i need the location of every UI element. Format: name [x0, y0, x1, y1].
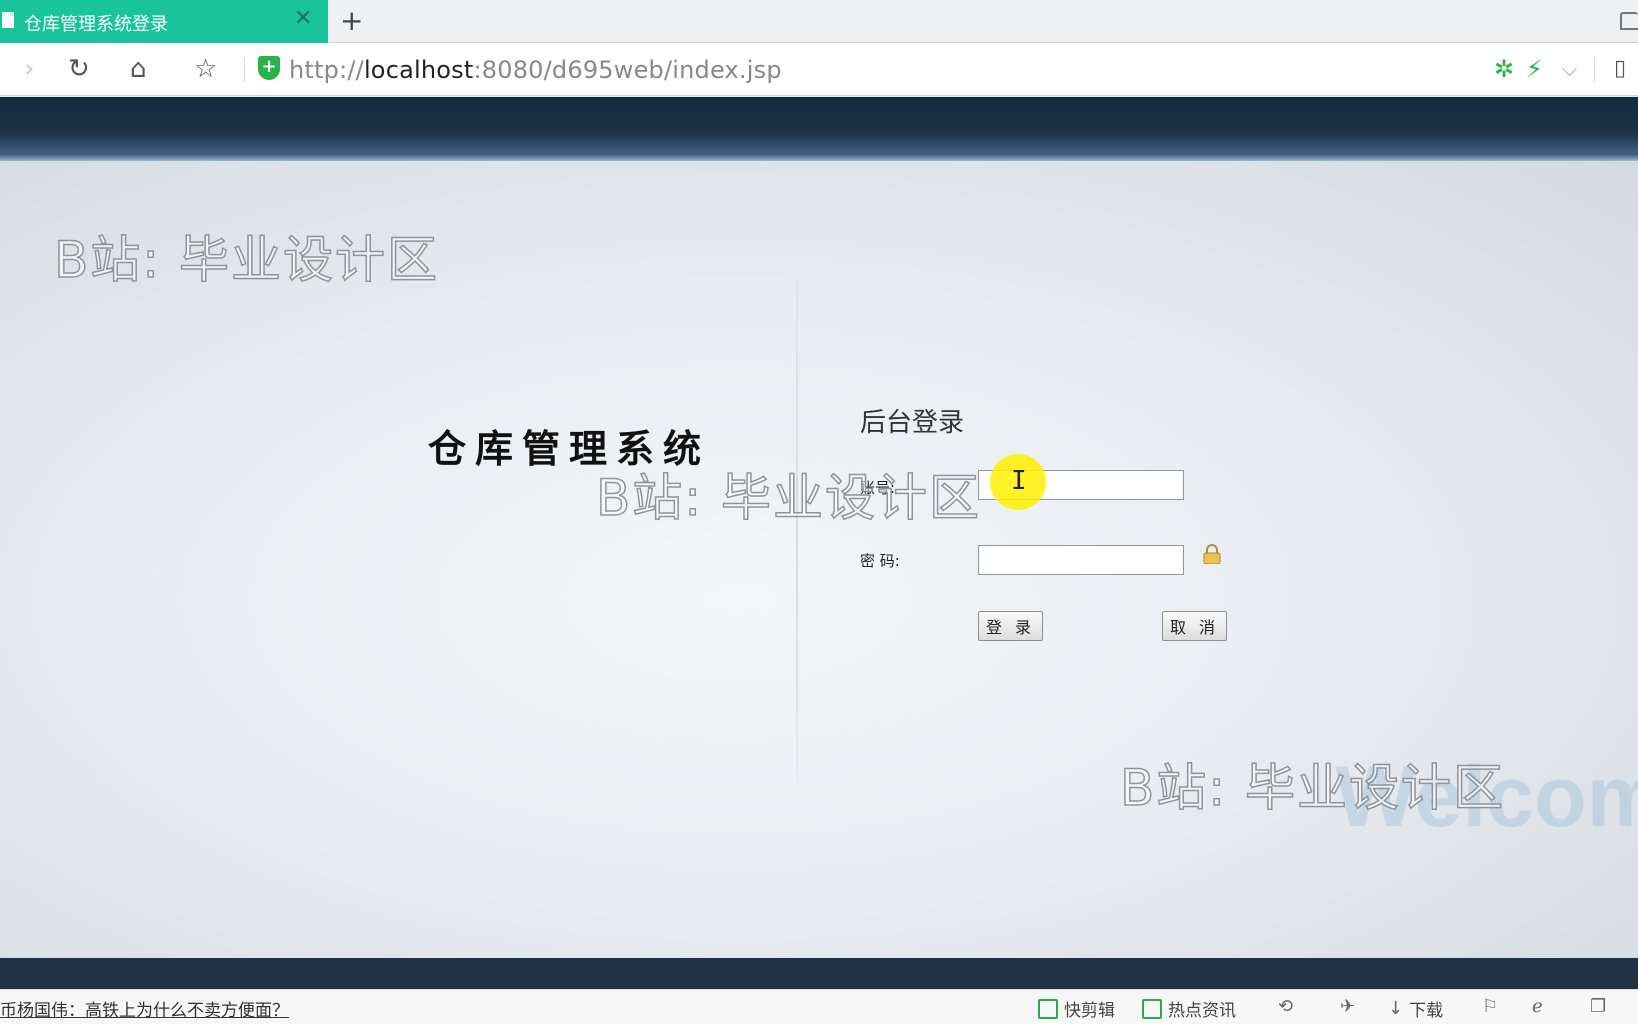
- password-input[interactable]: [978, 545, 1184, 575]
- address-bar[interactable]: http://localhost:8080/d695web/index.jsp: [289, 56, 782, 84]
- window-icon[interactable]: ❐: [1590, 996, 1606, 1017]
- close-tab-icon[interactable]: ✕: [294, 8, 312, 30]
- quick-edit-item[interactable]: 快剪辑: [1038, 996, 1115, 1021]
- hot-news-label: 热点资讯: [1168, 1001, 1236, 1021]
- page-footer-band: [0, 958, 1638, 989]
- download-icon: ↓: [1388, 998, 1404, 1019]
- bookmark-star-icon[interactable]: ☆: [194, 55, 217, 83]
- flag-icon[interactable]: ⚐: [1482, 996, 1498, 1017]
- news-link[interactable]: 币杨国伟：高铁上为什么不卖方便面？: [0, 996, 289, 1021]
- page-header-band: [0, 97, 1638, 161]
- tab-title: 仓库管理系统登录: [24, 14, 168, 35]
- quick-edit-label: 快剪辑: [1064, 1001, 1115, 1021]
- navigation-bar: › ↻ ⌂ ☆ + http://localhost:8080/d695web/…: [0, 43, 1638, 96]
- status-bar: 币杨国伟：高铁上为什么不卖方便面？ 快剪辑 热点资讯 ⟲ ✈ ↓ 下载 ⚐ ℯ …: [0, 989, 1638, 1024]
- ie-icon[interactable]: ℯ: [1532, 996, 1543, 1017]
- news-icon: [1142, 998, 1162, 1019]
- shirt-icon[interactable]: [1620, 12, 1638, 30]
- url-path: :8080/d695web/index.jsp: [473, 56, 782, 84]
- hot-news-item[interactable]: 热点资讯: [1142, 996, 1236, 1021]
- download-label: 下载: [1409, 1001, 1444, 1021]
- text-cursor-icon: I: [1011, 466, 1027, 496]
- forward-icon[interactable]: ›: [24, 55, 34, 83]
- watermark: B站: 毕业设计区: [595, 468, 982, 528]
- cancel-button[interactable]: 取 消: [1162, 611, 1227, 641]
- download-item[interactable]: ↓ 下载: [1388, 996, 1443, 1021]
- speed-icon[interactable]: ⟲: [1278, 996, 1293, 1017]
- vertical-divider: [796, 280, 798, 786]
- tab-strip: 仓库管理系统登录 ✕ +: [0, 0, 1638, 43]
- password-label: 密 码:: [860, 552, 900, 570]
- login-heading: 后台登录: [860, 408, 965, 438]
- home-icon[interactable]: ⌂: [130, 55, 147, 83]
- toolbar-divider: [244, 57, 245, 83]
- lightning-icon[interactable]: ⚡: [1526, 55, 1543, 83]
- url-prefix: http://: [289, 56, 364, 84]
- url-host: localhost: [363, 56, 474, 84]
- accelerate-icon[interactable]: ✲: [1494, 55, 1514, 83]
- toolbar-divider: [1594, 57, 1595, 83]
- mobile-icon[interactable]: ▯: [1614, 55, 1626, 83]
- reload-icon[interactable]: ↻: [68, 55, 90, 83]
- lock-icon: [1203, 544, 1221, 564]
- rocket-icon[interactable]: ✈: [1340, 996, 1355, 1017]
- login-button[interactable]: 登 录: [978, 611, 1043, 641]
- secure-shield-icon[interactable]: +: [258, 56, 280, 80]
- watermark: B站: 毕业设计区: [53, 230, 440, 290]
- chevron-down-icon[interactable]: ⌵: [1562, 55, 1577, 83]
- tab-active[interactable]: 仓库管理系统登录 ✕: [0, 0, 328, 43]
- video-edit-icon: [1038, 998, 1058, 1019]
- new-tab-button[interactable]: +: [340, 6, 363, 36]
- watermark: B站: 毕业设计区: [1119, 758, 1506, 818]
- document-icon: [2, 12, 14, 28]
